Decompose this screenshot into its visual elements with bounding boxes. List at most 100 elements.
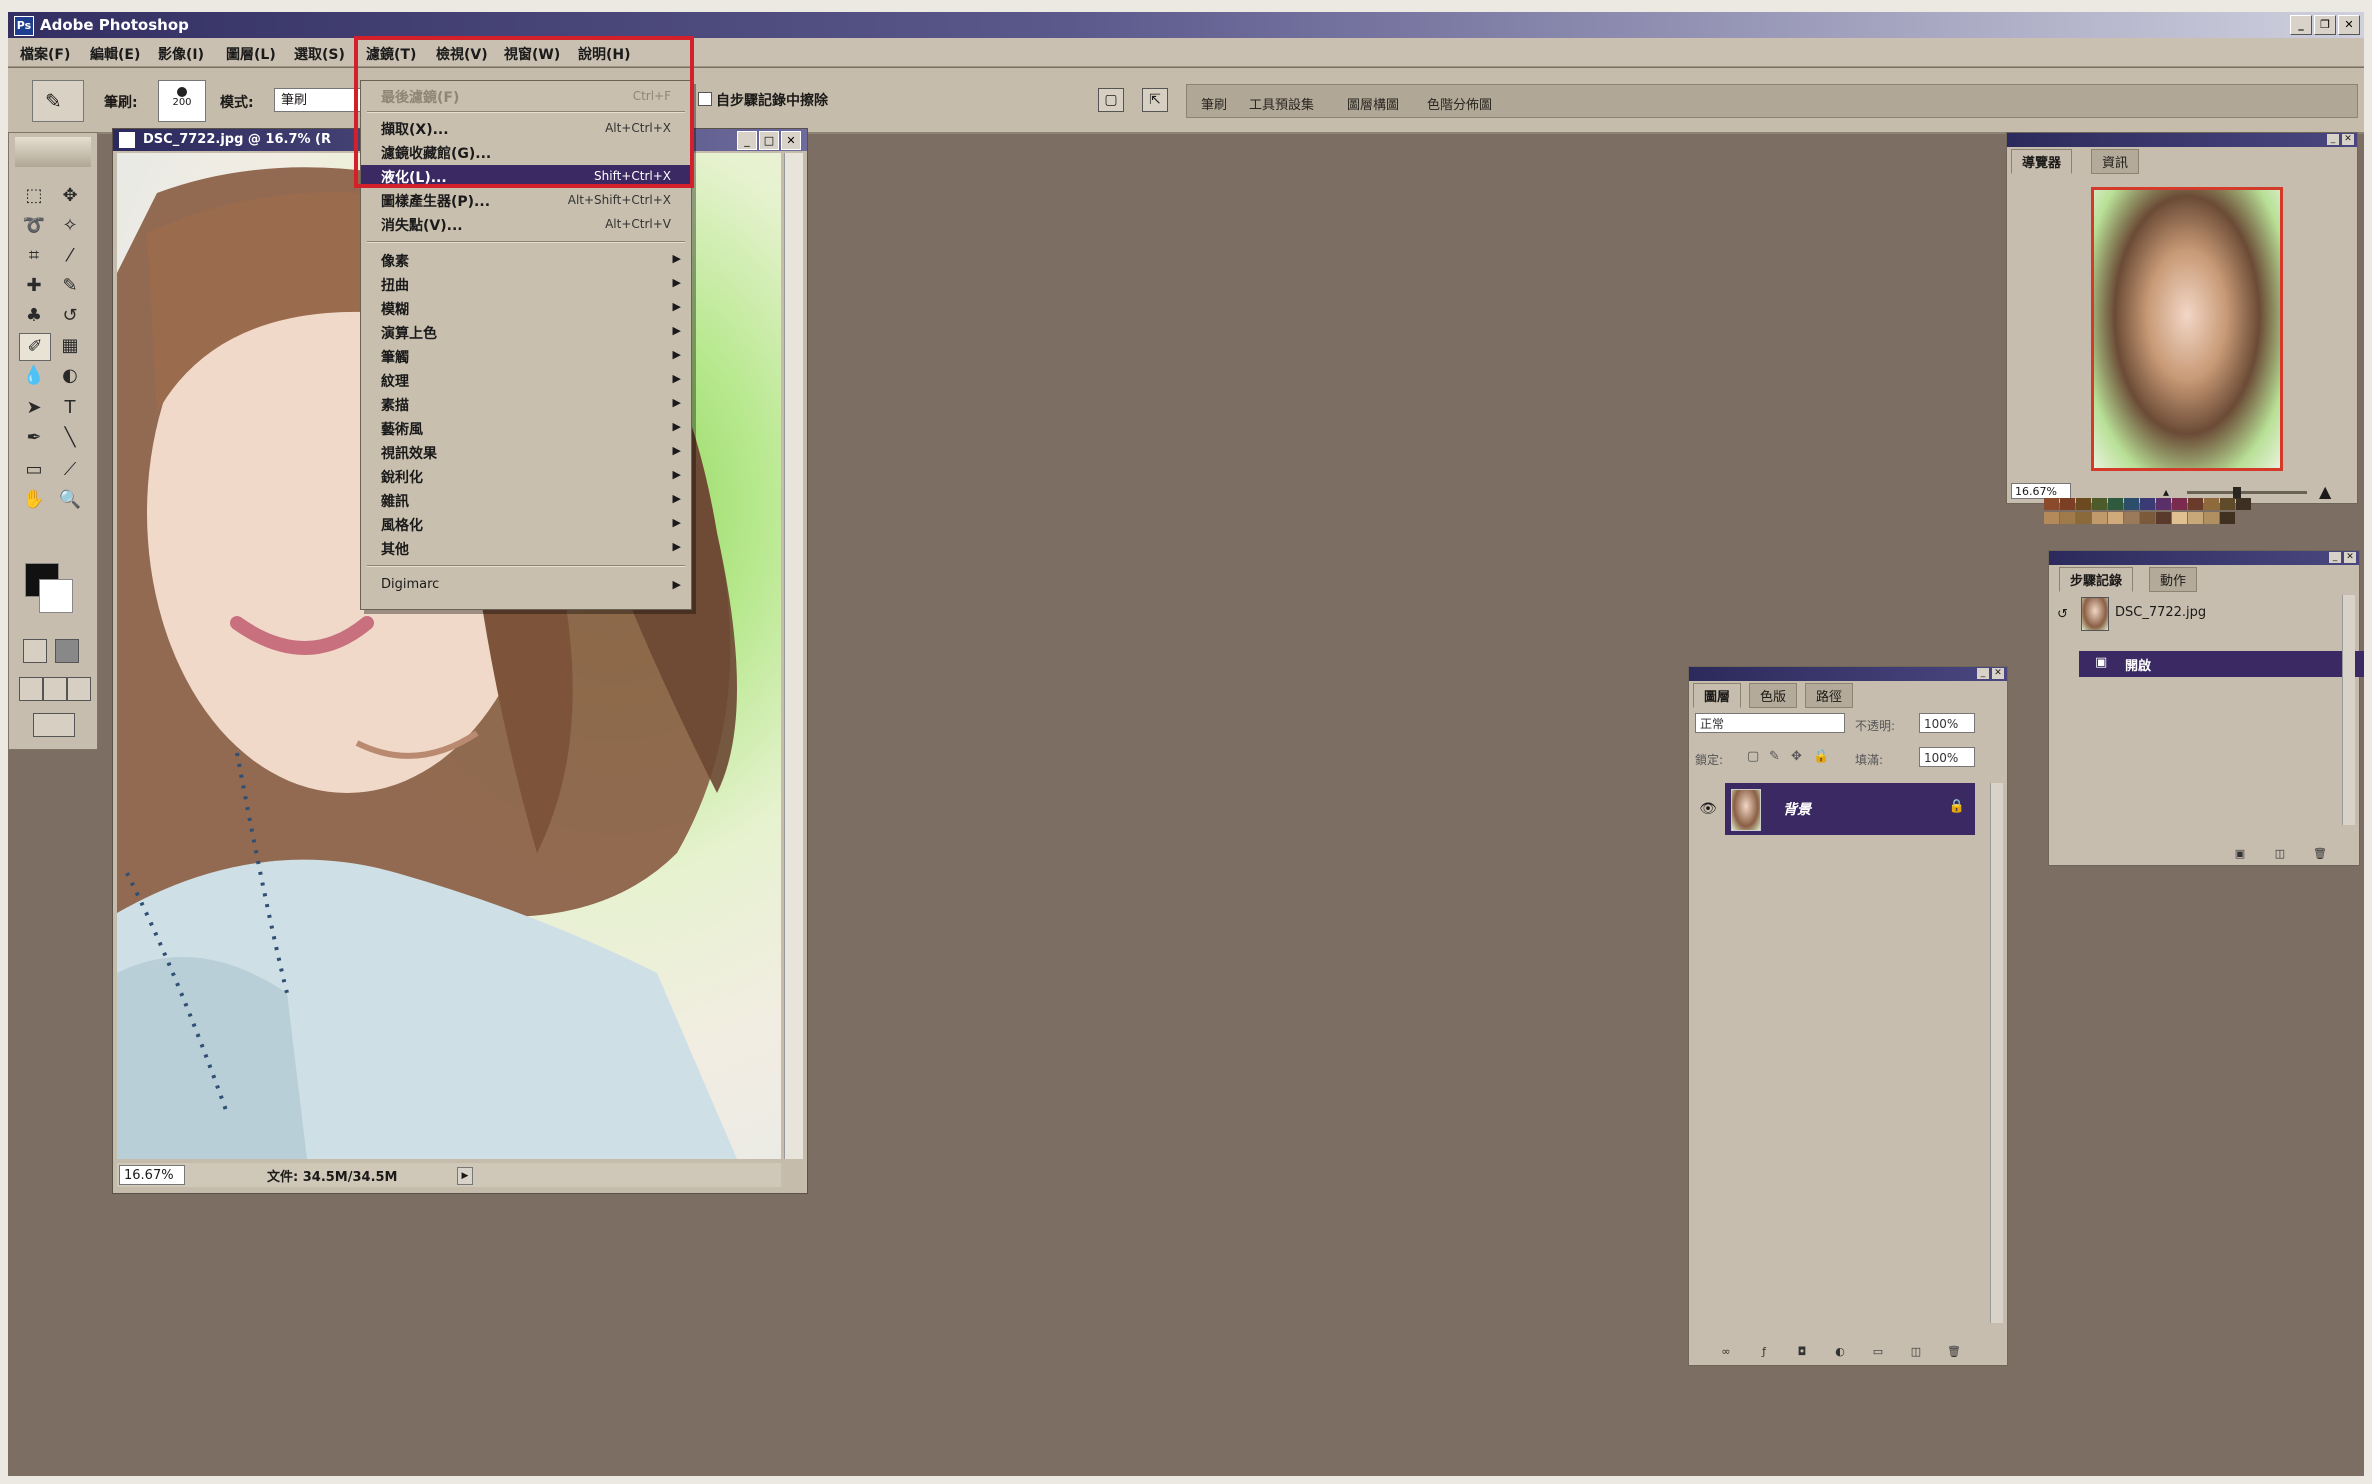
menu-item-noise[interactable]: 雜訊 ▶ bbox=[361, 489, 691, 511]
brush-tool-icon[interactable]: ✎ bbox=[55, 273, 85, 299]
status-arrow-button[interactable]: ▶ bbox=[457, 1167, 473, 1185]
pen-tool-icon[interactable]: ✒ bbox=[19, 425, 49, 451]
swatch[interactable] bbox=[2044, 498, 2059, 510]
menu-item-other[interactable]: 其他 ▶ bbox=[361, 537, 691, 559]
marquee-tool-icon[interactable]: ⬚ bbox=[19, 183, 49, 209]
standard-mode-icon[interactable] bbox=[23, 639, 47, 663]
move-tool-icon[interactable]: ✥ bbox=[55, 183, 85, 209]
visibility-eye-icon[interactable]: 👁 bbox=[1695, 783, 1721, 835]
slice-tool-icon[interactable]: ⁄ bbox=[55, 243, 85, 269]
eyedropper-icon[interactable]: ⟋ bbox=[55, 457, 85, 483]
swatch[interactable] bbox=[2076, 498, 2091, 510]
type-tool-icon[interactable]: T bbox=[55, 395, 85, 421]
swatch[interactable] bbox=[2044, 512, 2059, 524]
navigator-zoom-slider[interactable] bbox=[2187, 491, 2307, 494]
new-snapshot-icon[interactable]: ◫ bbox=[2271, 847, 2289, 861]
erase-history-checkbox[interactable] bbox=[698, 92, 712, 106]
delete-layer-icon[interactable]: 🗑 bbox=[1945, 1345, 1963, 1359]
panel-close-button[interactable]: ✕ bbox=[1992, 668, 2004, 679]
minimize-button[interactable]: _ bbox=[2290, 15, 2312, 35]
new-document-from-state-icon[interactable]: ▣ bbox=[2231, 847, 2249, 861]
restore-button[interactable]: ❐ bbox=[2314, 15, 2336, 35]
menu-item-digimarc[interactable]: Digimarc ▶ bbox=[361, 575, 691, 597]
history-brush-icon[interactable]: ↺ bbox=[55, 303, 85, 329]
menu-item-pixelate[interactable]: 像素 ▶ bbox=[361, 249, 691, 271]
palette-well-tab-histogram[interactable]: 色階分佈圖 bbox=[1427, 94, 1492, 113]
panel-close-button[interactable]: ✕ bbox=[2342, 134, 2354, 145]
tab-navigator[interactable]: 導覽器 bbox=[2011, 149, 2073, 174]
zoom-out-icon[interactable]: ▴ bbox=[2163, 485, 2169, 499]
lock-position-icon[interactable]: ✥ bbox=[1791, 749, 1802, 764]
hand-tool-icon[interactable]: ✋ bbox=[19, 487, 49, 513]
lock-image-icon[interactable]: ✎ bbox=[1769, 749, 1780, 764]
tool-preset-picker[interactable]: ✎ bbox=[32, 80, 84, 122]
magic-wand-icon[interactable]: ✧ bbox=[55, 213, 85, 239]
go-to-bridge-icon[interactable]: ⇱ bbox=[1142, 88, 1168, 112]
trash-icon[interactable]: 🗑 bbox=[2311, 847, 2329, 861]
imageready-icon[interactable] bbox=[33, 713, 75, 737]
adjustment-layer-icon[interactable]: ◐ bbox=[1831, 1345, 1849, 1359]
palette-well-tab-tool-presets[interactable]: 工具預設集 bbox=[1249, 94, 1314, 113]
swatch[interactable] bbox=[2060, 498, 2075, 510]
swatch[interactable] bbox=[2156, 498, 2171, 510]
panel-close-button[interactable]: ✕ bbox=[2344, 552, 2356, 563]
swatch[interactable] bbox=[2188, 498, 2203, 510]
notes-tool-icon[interactable]: ▭ bbox=[19, 457, 49, 483]
lock-transparency-icon[interactable]: ▢ bbox=[1747, 749, 1759, 764]
lock-all-icon[interactable]: 🔒 bbox=[1813, 749, 1829, 764]
tab-history[interactable]: 步驟記錄 bbox=[2059, 567, 2134, 592]
opacity-field[interactable]: 100% bbox=[1919, 713, 1975, 733]
swatch[interactable] bbox=[2140, 512, 2155, 524]
tab-channels[interactable]: 色版 bbox=[1749, 683, 1798, 708]
history-scrollbar[interactable] bbox=[2342, 595, 2355, 825]
navigator-thumbnail[interactable] bbox=[2091, 187, 2283, 471]
menu-image[interactable]: 影像(I) bbox=[158, 44, 204, 64]
close-button[interactable]: ✕ bbox=[2338, 15, 2360, 35]
vertical-scrollbar[interactable] bbox=[784, 153, 803, 1159]
eraser-tool-icon[interactable]: ✐ bbox=[19, 333, 51, 361]
path-selection-icon[interactable]: ➤ bbox=[19, 395, 49, 421]
link-layers-icon[interactable]: ∞ bbox=[1717, 1345, 1735, 1359]
menu-select[interactable]: 選取(S) bbox=[294, 44, 345, 64]
tab-info[interactable]: 資訊 bbox=[2091, 149, 2140, 174]
menu-item-pattern-maker[interactable]: 圖樣產生器(P)... Alt+Shift+Ctrl+X bbox=[361, 189, 691, 211]
menu-item-sketch[interactable]: 素描 ▶ bbox=[361, 393, 691, 415]
brush-picker[interactable]: 200 bbox=[158, 80, 206, 122]
menu-item-sharpen[interactable]: 銳利化 ▶ bbox=[361, 465, 691, 487]
swatch[interactable] bbox=[2060, 512, 2075, 524]
history-snapshot[interactable]: DSC_7722.jpg bbox=[2079, 595, 2351, 631]
swatch[interactable] bbox=[2172, 498, 2187, 510]
menu-item-vanishing-point[interactable]: 消失點(V)... Alt+Ctrl+V bbox=[361, 213, 691, 235]
doc-maximize-button[interactable]: □ bbox=[759, 131, 779, 150]
menu-item-brush-strokes[interactable]: 筆觸 ▶ bbox=[361, 345, 691, 367]
swatch[interactable] bbox=[2172, 512, 2187, 524]
navigator-zoom-field[interactable]: 16.67% bbox=[2011, 483, 2071, 499]
layers-scrollbar[interactable] bbox=[1990, 783, 2003, 1323]
history-brush-source-icon[interactable]: ↺ bbox=[2057, 607, 2068, 622]
new-group-icon[interactable]: ▭ bbox=[1869, 1345, 1887, 1359]
swatch[interactable] bbox=[2092, 512, 2107, 524]
screen-mode-full-menu-icon[interactable] bbox=[43, 677, 67, 701]
swatch[interactable] bbox=[2188, 512, 2203, 524]
zoom-field[interactable]: 16.67% bbox=[119, 1165, 185, 1185]
swatch[interactable] bbox=[2156, 512, 2171, 524]
menu-item-video[interactable]: 視訊效果 ▶ bbox=[361, 441, 691, 463]
swatch[interactable] bbox=[2220, 498, 2235, 510]
crop-tool-icon[interactable]: ⌗ bbox=[19, 243, 49, 269]
blur-tool-icon[interactable]: 💧 bbox=[19, 363, 49, 389]
add-mask-icon[interactable]: ◘ bbox=[1793, 1345, 1811, 1359]
menu-item-distort[interactable]: 扭曲 ▶ bbox=[361, 273, 691, 295]
background-color-swatch[interactable] bbox=[39, 579, 73, 613]
swatch[interactable] bbox=[2220, 512, 2235, 524]
panel-minimize-button[interactable]: _ bbox=[2327, 134, 2339, 145]
tab-layers[interactable]: 圖層 bbox=[1693, 683, 1742, 708]
blend-mode-select[interactable]: 正常 bbox=[1695, 713, 1845, 733]
menu-item-stylize[interactable]: 風格化 ▶ bbox=[361, 513, 691, 535]
swatch[interactable] bbox=[2108, 498, 2123, 510]
document-icon[interactable]: ▢ bbox=[1098, 88, 1124, 112]
menu-item-artistic[interactable]: 藝術風 ▶ bbox=[361, 417, 691, 439]
menu-item-texture[interactable]: 紋理 ▶ bbox=[361, 369, 691, 391]
healing-brush-icon[interactable]: ✚ bbox=[19, 273, 49, 299]
menu-layer[interactable]: 圖層(L) bbox=[226, 44, 276, 64]
lasso-tool-icon[interactable]: ➰ bbox=[19, 213, 49, 239]
